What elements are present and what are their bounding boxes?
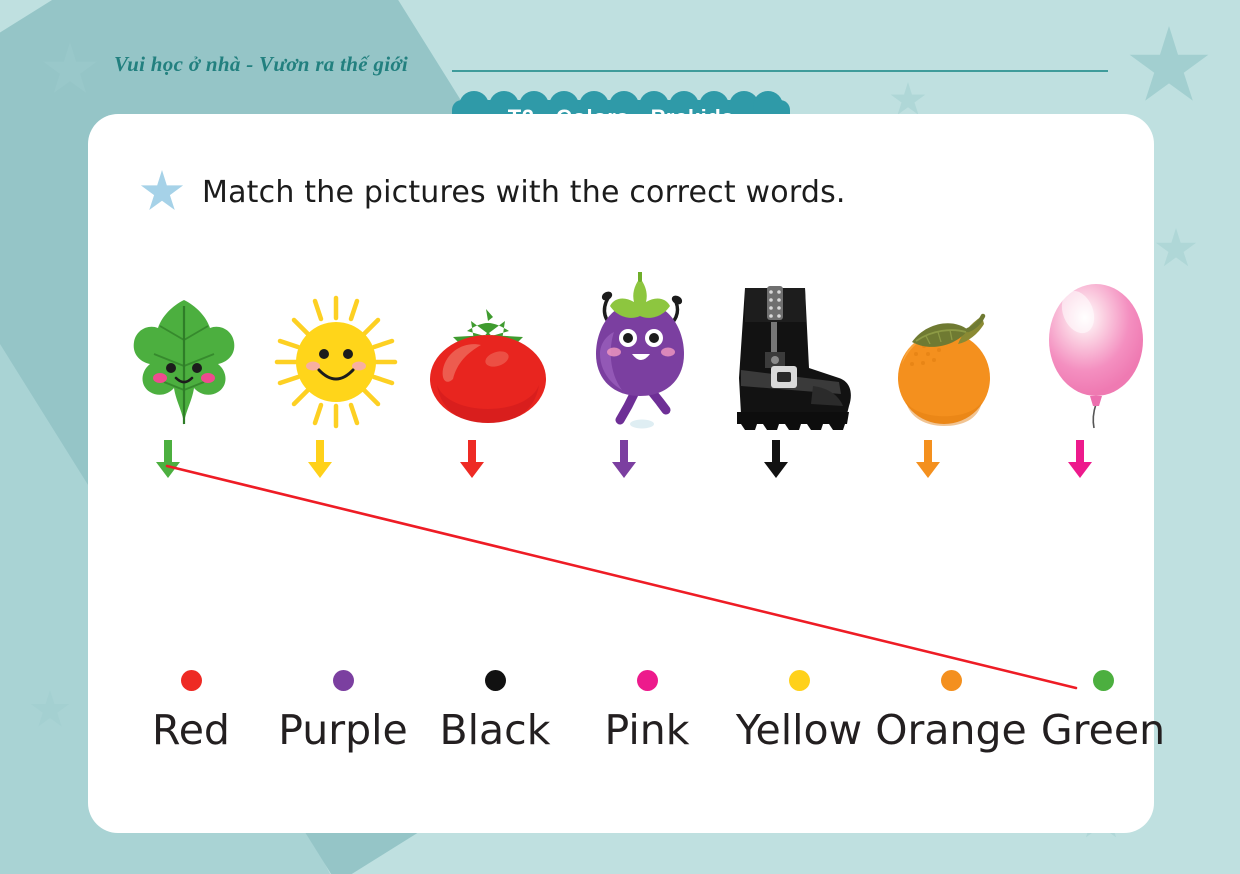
picture-orange[interactable]	[868, 262, 1020, 432]
arrow-down-green-icon	[155, 440, 181, 480]
worksheet-card: Match the pictures with the correct word…	[88, 114, 1165, 833]
word-option-orange[interactable]: Orange	[875, 670, 1027, 754]
picture-balloon[interactable]	[1020, 262, 1172, 432]
word-option-yellow[interactable]: Yellow	[724, 670, 874, 751]
word-label-pink: Pink	[604, 706, 690, 754]
word-option-pink[interactable]: Pink	[572, 670, 722, 751]
arrow-down-pink-icon	[1067, 440, 1093, 480]
word-dot-black[interactable]	[484, 670, 506, 691]
picture-tomato[interactable]	[412, 262, 564, 432]
word-label-yellow: Yellow	[735, 706, 863, 754]
arrow-down-orange-icon	[915, 440, 941, 480]
word-dot-green[interactable]	[1092, 670, 1114, 691]
word-dot-purple[interactable]	[332, 670, 354, 691]
word-dot-orange[interactable]	[940, 670, 962, 691]
picture-sun[interactable]	[260, 262, 412, 432]
picture-row	[88, 262, 1154, 432]
word-option-red[interactable]: Red	[116, 670, 266, 751]
word-label-green: Green	[1040, 706, 1166, 754]
word-label-black: Black	[439, 706, 551, 754]
instruction-text: Match the pictures with the correct word…	[202, 174, 846, 210]
arrow-down-red-icon	[459, 440, 485, 480]
word-option-purple[interactable]: Purple	[268, 670, 418, 751]
word-dot-yellow[interactable]	[788, 670, 810, 691]
word-label-red: Red	[152, 706, 230, 754]
picture-eggplant[interactable]	[564, 262, 716, 432]
word-option-green[interactable]: Green	[1028, 670, 1178, 751]
instruction-row: Match the pictures with the correct word…	[140, 170, 846, 214]
brand-tagline: Vui học ở nhà - Vươn ra thế giới	[114, 52, 409, 76]
arrow-row	[88, 440, 1154, 484]
picture-leaf[interactable]	[108, 262, 260, 432]
word-dot-red[interactable]	[180, 670, 202, 691]
arrow-down-yellow-icon	[307, 440, 333, 480]
picture-boot[interactable]	[716, 262, 868, 432]
arrow-down-black-icon	[763, 440, 789, 480]
word-option-black[interactable]: Black	[420, 670, 570, 751]
decorative-star-icon	[30, 690, 70, 727]
worksheet-page: Vui học ở nhà - Vươn ra thế giới T2 - Co…	[0, 0, 1240, 874]
header-divider	[452, 70, 1108, 72]
word-label-purple: Purple	[278, 706, 408, 754]
word-row: Red Purple Black Pink Yellow Orange Gree…	[88, 670, 1165, 790]
word-dot-pink[interactable]	[636, 670, 658, 691]
star-bullet-icon	[140, 170, 184, 211]
word-label-orange: Orange	[875, 706, 1027, 754]
arrow-down-purple-icon	[611, 440, 637, 480]
